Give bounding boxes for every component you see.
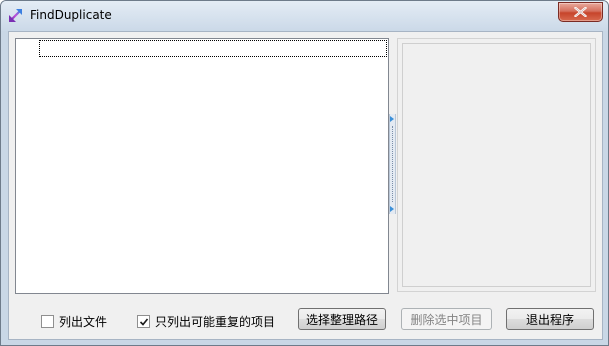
- list-files-checkbox[interactable]: 列出文件: [41, 313, 107, 330]
- list-duplicates-only-label: 只列出可能重复的项目: [155, 315, 276, 329]
- checkbox-unchecked-icon[interactable]: [41, 315, 54, 328]
- select-path-button[interactable]: 选择整理路径: [298, 308, 386, 330]
- list-files-label: 列出文件: [59, 315, 108, 329]
- checkbox-checked-icon[interactable]: [137, 315, 150, 328]
- exit-button[interactable]: 退出程序: [506, 308, 594, 330]
- arrow-right-icon: [390, 206, 394, 212]
- preview-panel: [397, 38, 596, 292]
- arrow-right-icon: [390, 116, 394, 122]
- arrow-expand-icon[interactable]: [8, 7, 24, 23]
- title-bar[interactable]: FindDuplicate: [1, 1, 608, 31]
- checkmark-icon: [139, 318, 149, 326]
- preview-inner-frame: [402, 43, 591, 287]
- file-tree-view[interactable]: [15, 38, 389, 294]
- panel-splitter[interactable]: [389, 114, 396, 214]
- list-duplicates-only-checkbox[interactable]: 只列出可能重复的项目: [137, 313, 275, 330]
- delete-selected-button[interactable]: 删除选中项目: [401, 308, 492, 330]
- close-icon: [574, 7, 587, 17]
- client-area: 列出文件 只列出可能重复的项目 选择整理路径 删除选中项目 退出程序: [8, 31, 603, 340]
- splitter-grip: [392, 126, 394, 202]
- close-button[interactable]: [558, 2, 603, 22]
- app-window: FindDuplicate 列出文件 只列出可能重复的项目 选择整理路径 删除选…: [0, 0, 609, 346]
- tree-focus-item[interactable]: [39, 40, 387, 57]
- window-title: FindDuplicate: [30, 8, 112, 22]
